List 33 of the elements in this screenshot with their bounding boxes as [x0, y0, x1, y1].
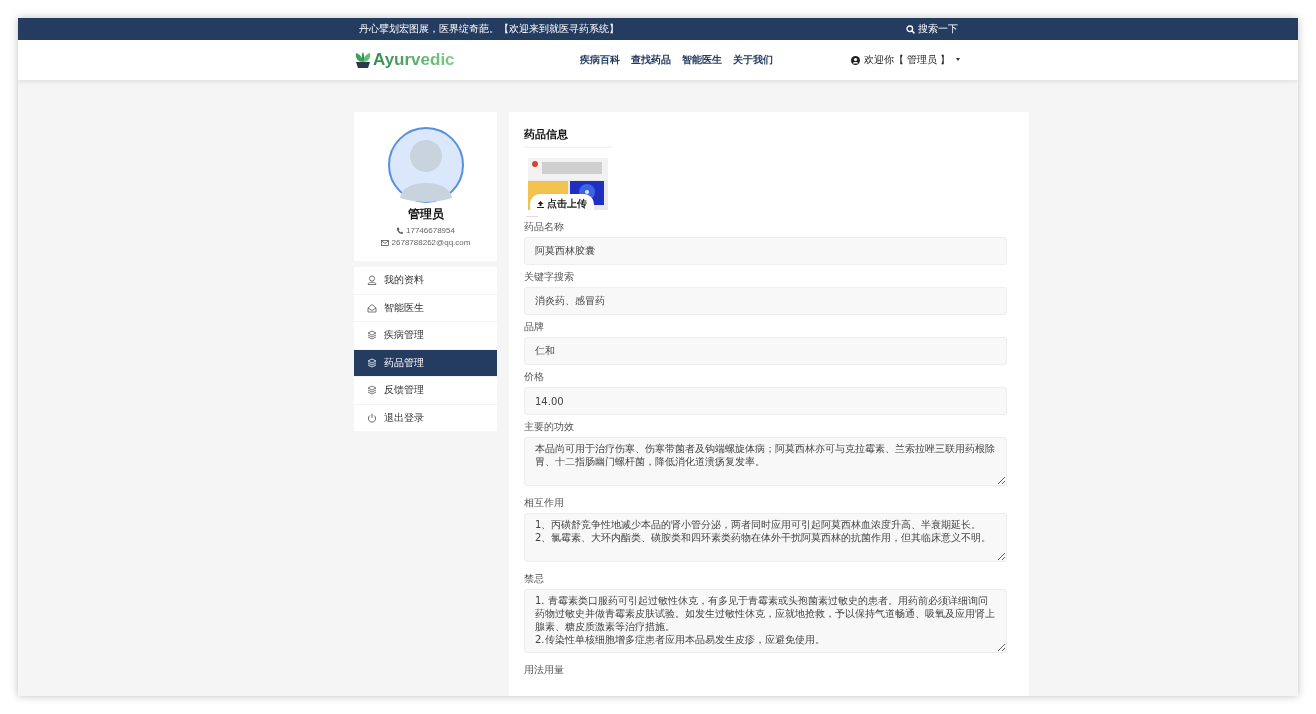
sidebar-item[interactable]: 反馈管理 — [354, 377, 497, 404]
input-field[interactable]: 阿莫西林胶囊 — [524, 237, 1007, 265]
sidebar-item[interactable]: 药品管理 — [354, 349, 497, 376]
field-label: 用法用量 — [524, 664, 565, 676]
nav-link[interactable]: 智能医生 — [682, 53, 722, 67]
input-field[interactable]: 消炎药、感冒药 — [524, 287, 1007, 315]
user-menu-label: 欢迎你【 管理员 】 — [863, 53, 950, 67]
nav-link[interactable]: 疾病百科 — [580, 53, 620, 67]
sidebar-item[interactable]: 疾病管理 — [354, 322, 497, 349]
field-label: 药品名称 — [524, 221, 565, 233]
sidebar-item[interactable]: 退出登录 — [354, 404, 497, 431]
section-title: 药品信息 — [524, 124, 612, 148]
field-label: 价格 — [524, 371, 545, 383]
search-link[interactable]: 搜索一下 — [906, 22, 958, 36]
text-area[interactable]: 1、丙磺舒竞争性地减少本品的肾小管分泌，两者同时应用可引起阿莫西林血浓度升高、半衰期延长。 2、氯霉素、大环内酯类、磺胺类和四环素类药物在体外干扰阿莫西林的抗菌作用，但其临床意义不明。 — [524, 513, 1007, 562]
slogan-text: 丹心擘划宏图展，医界绽奇葩。【欢迎来到就医寻药系统】 — [359, 22, 619, 36]
nav-link[interactable]: 查找药品 — [631, 53, 671, 67]
field-label: 相互作用 — [524, 497, 565, 509]
phone-number: 17746678954 — [406, 226, 455, 235]
field-label: 禁忌 — [524, 573, 545, 585]
text-area[interactable]: 1. 青霉素类口服药可引起过敏性休克，有多见于青霉素或头孢菌素过敏史的患者。用药前必须详细询问药物过敏史并做青霉素皮肤试验。如发生过敏性休克，应就地抢救，予以保持气道畅通、吸氧及应用肾上腺素、糖皮质激素等治疗措施。 2.传染性单核细胞增多症患者应用本品易发生皮疹，应避免使用。 — [524, 589, 1007, 653]
profile-name: 管理员 — [407, 206, 444, 223]
nav-link[interactable]: 关于我们 — [733, 53, 773, 67]
sidebar-item[interactable]: 我的资料 — [354, 267, 497, 294]
field-label: 主要的功效 — [524, 421, 575, 433]
text-area[interactable]: 本品尚可用于治疗伤寒、伤寒带菌者及钩端螺旋体病；阿莫西林亦可与克拉霉素、兰索拉唑三联用药根除胃、十二指肠幽门螺杆菌，降低消化道溃疡复发率。 — [524, 437, 1007, 486]
field-label: 关键字搜索 — [524, 271, 575, 283]
email-address: 2678788262@qq.com — [391, 238, 471, 247]
sidebar-item[interactable]: 智能医生 — [354, 294, 497, 321]
user-menu[interactable]: 欢迎你【 管理员 】 — [850, 53, 962, 67]
input-field[interactable]: 14.00 — [524, 387, 1007, 415]
input-field[interactable]: 仁和 — [524, 337, 1007, 365]
field-label: 品牌 — [524, 321, 545, 333]
